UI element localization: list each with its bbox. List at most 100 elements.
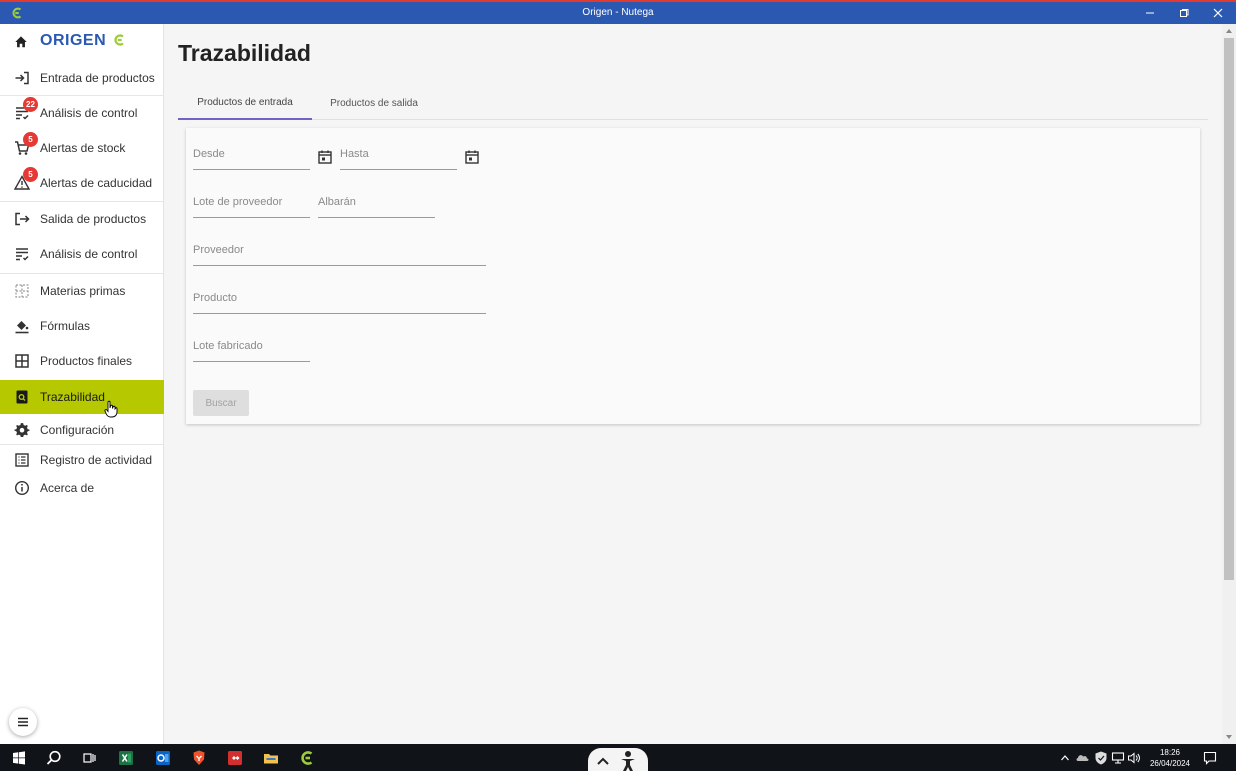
sidebar-item-trazabilidad[interactable]: Trazabilidad <box>0 380 164 418</box>
sidebar-item-label: Configuración <box>40 423 115 437</box>
minimize-button[interactable] <box>1134 2 1166 24</box>
calendar-icon[interactable] <box>464 149 480 165</box>
sidebar-item-label: Análisis de control <box>40 106 138 120</box>
search-doc-icon <box>13 388 31 406</box>
scrollbar-thumb[interactable] <box>1224 38 1234 580</box>
accessibility-person-icon[interactable] <box>616 750 640 771</box>
tab-productos-entrada[interactable]: Productos de entrada <box>178 86 312 120</box>
hasta-input[interactable] <box>340 148 457 160</box>
albaran-input[interactable] <box>318 196 435 208</box>
sidebar-item-label: Acerca de <box>40 481 95 495</box>
gear-icon <box>13 421 31 439</box>
sidebar-item-label: Fórmulas <box>40 319 91 333</box>
window-title: Origen - Nutega <box>582 7 654 18</box>
system-clock[interactable]: 18:26 26/04/2024 <box>1144 747 1196 769</box>
hasta-field[interactable] <box>340 144 457 170</box>
security-shield-icon[interactable] <box>1094 750 1108 766</box>
clock-time: 18:26 <box>1159 748 1181 757</box>
sidebar-item-label: Materias primas <box>40 284 126 298</box>
page-title: Trazabilidad <box>178 40 311 66</box>
sidebar-item-materias-primas[interactable]: Materias primas <box>0 274 164 308</box>
sidebar-item-label: Trazabilidad <box>40 390 105 404</box>
brave-browser-icon[interactable] <box>190 749 208 767</box>
windows-start-icon[interactable] <box>10 749 28 767</box>
notification-badge: 5 <box>23 167 38 182</box>
menu-fab-button[interactable] <box>9 708 37 736</box>
producto-input[interactable] <box>193 292 486 304</box>
tab-bar: Productos de entrada Productos de salida <box>178 86 1208 120</box>
sidebar-item-label: Alertas de stock <box>40 141 126 155</box>
video-overlay-control[interactable] <box>588 748 648 771</box>
paint-bucket-icon <box>13 317 31 335</box>
brand-logo-text: ORIGEN <box>40 32 107 49</box>
log-icon <box>13 451 31 469</box>
lote-fabricado-field[interactable] <box>193 336 310 362</box>
producto-field[interactable] <box>193 288 486 314</box>
desde-field[interactable] <box>193 144 310 170</box>
sidebar-item-formulas[interactable]: Fórmulas <box>0 309 164 343</box>
grid-dotted-icon <box>13 282 31 300</box>
file-explorer-icon[interactable] <box>262 749 280 767</box>
home-icon <box>15 36 27 48</box>
info-icon <box>13 479 31 497</box>
clock-date: 26/04/2024 <box>1149 759 1191 768</box>
buscar-button[interactable]: Buscar <box>193 390 249 416</box>
grid-icon <box>13 352 31 370</box>
sidebar-item-alertas-stock[interactable]: 5 Alertas de stock <box>0 131 164 165</box>
lote-proveedor-input[interactable] <box>193 196 310 208</box>
restore-icon <box>1180 9 1189 17</box>
windows-taskbar: 18:26 26/04/2024 <box>0 744 1236 771</box>
sidebar: ORIGEN Entrada de productos 22 Análisis … <box>0 24 164 744</box>
hamburger-menu-icon <box>18 717 28 727</box>
sidebar-item-productos-finales[interactable]: Productos finales <box>0 344 164 378</box>
albaran-field[interactable] <box>318 192 435 218</box>
proveedor-input[interactable] <box>193 244 486 256</box>
sidebar-item-acerca-de[interactable]: Acerca de <box>0 471 164 505</box>
home-link[interactable]: ORIGEN <box>0 24 164 60</box>
onedrive-cloud-icon[interactable] <box>1075 750 1091 766</box>
close-button[interactable] <box>1202 2 1234 24</box>
restore-button[interactable] <box>1168 2 1200 24</box>
anydesk-app-icon[interactable] <box>226 749 244 767</box>
volume-icon[interactable] <box>1127 750 1141 766</box>
lote-proveedor-field[interactable] <box>193 192 310 218</box>
sidebar-item-salida-productos[interactable]: Salida de productos <box>0 202 164 236</box>
vertical-scrollbar[interactable] <box>1222 24 1236 744</box>
sidebar-item-alertas-caducidad[interactable]: 5 Alertas de caducidad <box>0 166 164 200</box>
sidebar-item-label: Entrada de productos <box>40 71 155 85</box>
sidebar-item-label: Análisis de control <box>40 247 138 261</box>
network-icon[interactable] <box>1111 750 1125 766</box>
scroll-down-arrow-icon[interactable] <box>1225 733 1233 741</box>
outlook-app-icon[interactable] <box>154 749 172 767</box>
list-check-icon <box>13 245 31 263</box>
sidebar-item-entrada-productos[interactable]: Entrada de productos <box>0 61 164 95</box>
notifications-icon[interactable] <box>1203 750 1217 766</box>
origen-taskbar-icon[interactable] <box>298 749 316 767</box>
sidebar-item-label: Registro de actividad <box>40 453 153 467</box>
scroll-up-arrow-icon[interactable] <box>1225 27 1233 35</box>
tab-productos-salida[interactable]: Productos de salida <box>312 86 436 120</box>
chevron-up-icon[interactable] <box>596 756 610 766</box>
main-content: Trazabilidad Productos de entrada Produc… <box>164 24 1222 744</box>
notification-badge: 5 <box>23 132 38 147</box>
sidebar-item-analisis-control-salida[interactable]: Análisis de control <box>0 237 164 271</box>
tray-expand-chevron-icon[interactable] <box>1060 750 1070 766</box>
lote-fabricado-input[interactable] <box>193 340 310 352</box>
excel-app-icon[interactable] <box>117 749 135 767</box>
proveedor-field[interactable] <box>193 240 486 266</box>
sidebar-item-analisis-control-entrada[interactable]: 22 Análisis de control <box>0 96 164 130</box>
login-arrow-icon <box>13 69 31 87</box>
notification-badge: 22 <box>23 97 38 112</box>
desde-input[interactable] <box>193 148 310 160</box>
search-icon[interactable] <box>45 749 63 767</box>
logout-arrow-icon <box>13 210 31 228</box>
calendar-icon[interactable] <box>317 149 333 165</box>
minimize-icon <box>1146 12 1154 14</box>
window-titlebar[interactable]: Origen - Nutega <box>0 2 1236 24</box>
brand-mark-icon <box>114 34 124 46</box>
close-icon <box>1213 8 1223 18</box>
task-view-icon[interactable] <box>80 749 98 767</box>
search-form-card: Buscar <box>186 128 1200 424</box>
sidebar-item-label: Alertas de caducidad <box>40 176 153 190</box>
sidebar-item-label: Productos finales <box>40 354 133 368</box>
